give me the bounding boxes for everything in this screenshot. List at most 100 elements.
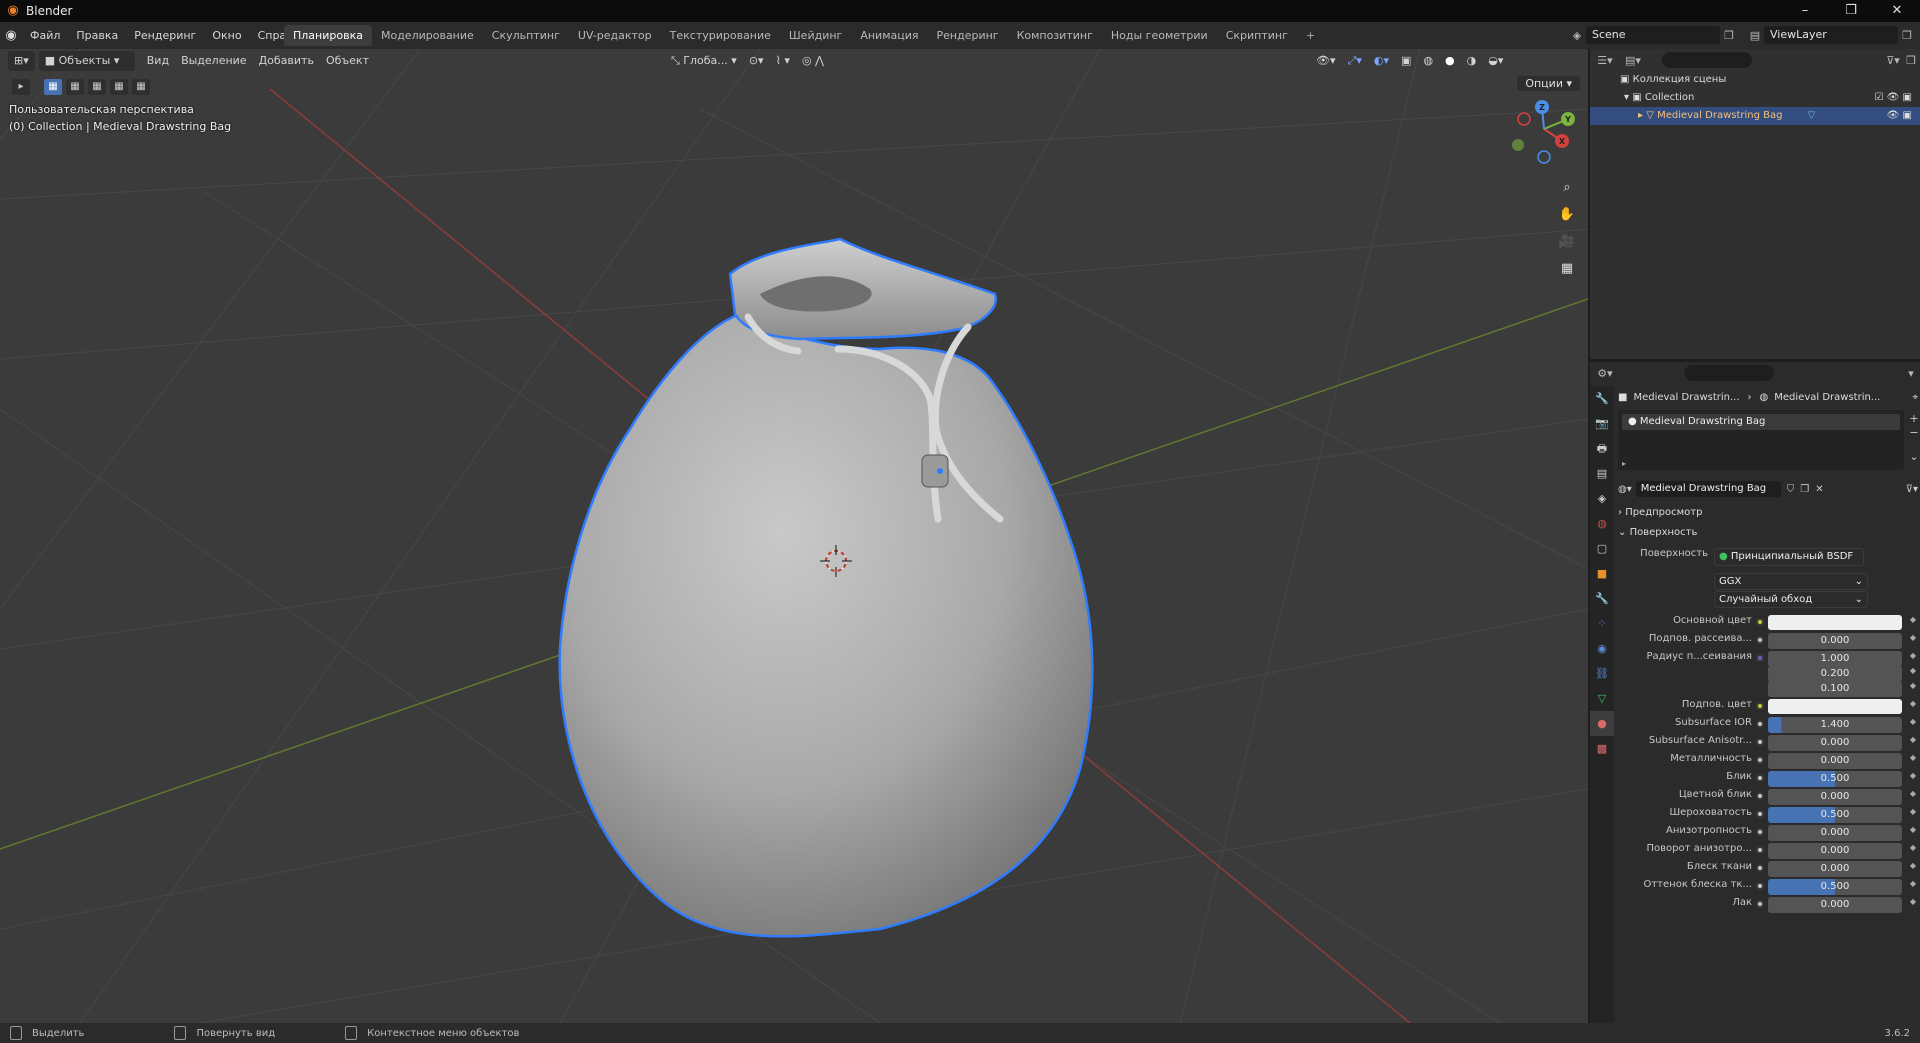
outliner-editor-icon[interactable]: ☰▾ bbox=[1596, 54, 1614, 67]
new-collection-icon[interactable]: ❐ bbox=[1902, 54, 1920, 67]
keyframe-icon[interactable]: ◆ bbox=[1910, 789, 1916, 798]
new-scene-icon[interactable]: ❐ bbox=[1720, 29, 1738, 42]
input-socket-icon[interactable] bbox=[1756, 774, 1764, 782]
menu-select[interactable]: Выделение bbox=[175, 51, 253, 71]
menu-add[interactable]: Добавить bbox=[253, 51, 320, 71]
keyframe-icon[interactable]: ◆ bbox=[1910, 897, 1916, 906]
numeric-field[interactable]: 0.000 bbox=[1768, 735, 1902, 751]
tab-layout[interactable]: Планировка bbox=[284, 25, 372, 46]
link-options-icon[interactable]: ⊽▾ bbox=[1906, 484, 1918, 495]
world-tab-icon[interactable]: ◍ bbox=[1590, 511, 1614, 536]
tab-rendering[interactable]: Рендеринг bbox=[928, 25, 1008, 46]
keyframe-icon[interactable]: ◆ bbox=[1910, 735, 1916, 744]
material-shading-icon[interactable]: ◑ bbox=[1461, 51, 1483, 71]
material-name-field[interactable]: Medieval Drawstring Bag bbox=[1635, 481, 1781, 497]
tab-scripting[interactable]: Скриптинг bbox=[1217, 25, 1297, 46]
keyframe-icon[interactable]: ◆ bbox=[1910, 681, 1916, 690]
modifier-tab-icon[interactable]: 🔧 bbox=[1590, 586, 1614, 611]
keyframe-icon[interactable]: ◆ bbox=[1910, 753, 1916, 762]
particles-tab-icon[interactable]: ⁘ bbox=[1590, 611, 1614, 636]
keyframe-icon[interactable]: ◆ bbox=[1910, 825, 1916, 834]
input-socket-icon[interactable] bbox=[1756, 756, 1764, 764]
numeric-field[interactable]: 1.400 bbox=[1768, 717, 1902, 733]
filter-icon[interactable]: ⊽▾ bbox=[1884, 54, 1902, 67]
outliner-collection-row[interactable]: ▾ ▣ Collection ☑ 👁 ▣ bbox=[1590, 89, 1920, 107]
menu-object[interactable]: Объект bbox=[320, 51, 375, 71]
add-slot-button[interactable]: + bbox=[1908, 412, 1920, 426]
ortho-grid-icon[interactable]: ▦ bbox=[1556, 258, 1578, 280]
select-invert-icon[interactable]: ▦ bbox=[110, 79, 128, 95]
view-layer-icon[interactable]: ▤ bbox=[1746, 29, 1764, 42]
keyframe-icon[interactable]: ◆ bbox=[1910, 615, 1916, 624]
menu-edit[interactable]: Правка bbox=[68, 29, 126, 42]
scene-tab-icon[interactable]: ◈ bbox=[1590, 486, 1614, 511]
tab-sculpting[interactable]: Скульптинг bbox=[483, 25, 569, 46]
input-socket-icon[interactable] bbox=[1756, 810, 1764, 818]
input-socket-icon[interactable] bbox=[1756, 846, 1764, 854]
numeric-field[interactable]: 0.500 bbox=[1768, 807, 1902, 823]
zoom-icon[interactable]: ⌕ bbox=[1556, 177, 1578, 199]
pivot-point-icon[interactable]: ⊙▾ bbox=[743, 51, 770, 71]
input-socket-icon[interactable] bbox=[1756, 720, 1764, 728]
proportional-editing-icon[interactable]: ◎ ⋀ bbox=[796, 51, 830, 71]
numeric-field[interactable]: 0.500 bbox=[1768, 771, 1902, 787]
outliner-search-input[interactable] bbox=[1662, 52, 1752, 68]
material-slot-list[interactable]: ● Medieval Drawstring Bag ▸ bbox=[1618, 410, 1904, 470]
surface-shader-dropdown[interactable]: ● Принципиальный BSDF bbox=[1714, 548, 1864, 566]
keyframe-icon[interactable]: ◆ bbox=[1910, 843, 1916, 852]
keyframe-icon[interactable]: ◆ bbox=[1910, 771, 1916, 780]
view-layer-field[interactable]: ViewLayer bbox=[1764, 26, 1898, 44]
camera-view-icon[interactable]: 🎥 bbox=[1556, 231, 1578, 253]
input-socket-icon[interactable] bbox=[1756, 864, 1764, 872]
render-tab-icon[interactable]: 📷 bbox=[1590, 411, 1614, 436]
numeric-field[interactable]: 0.500 bbox=[1768, 879, 1902, 895]
numeric-field[interactable]: 0.000 bbox=[1768, 897, 1902, 913]
menu-window[interactable]: Окно bbox=[204, 29, 249, 42]
input-socket-icon[interactable] bbox=[1756, 654, 1764, 662]
collection-tab-icon[interactable]: ▢ bbox=[1590, 536, 1614, 561]
preview-panel-header[interactable]: › Предпросмотр bbox=[1618, 504, 1918, 522]
wireframe-shading-icon[interactable]: ◍ bbox=[1417, 51, 1439, 71]
gizmo-toggle-icon[interactable]: ⤢▾ bbox=[1342, 51, 1368, 71]
drawstring-bag-mesh[interactable] bbox=[558, 237, 1094, 938]
material-tab-icon[interactable]: ● bbox=[1590, 711, 1614, 736]
outliner-object-row[interactable]: ▸ ▽ Medieval Drawstring Bag ▽ 👁 ▣ bbox=[1590, 107, 1920, 125]
data-tab-icon[interactable]: ▽ bbox=[1590, 686, 1614, 711]
input-socket-icon[interactable] bbox=[1756, 882, 1764, 890]
input-socket-icon[interactable] bbox=[1756, 702, 1764, 710]
properties-editor-icon[interactable]: ⚙▾ bbox=[1596, 367, 1614, 380]
object-tab-icon[interactable]: ■ bbox=[1590, 561, 1614, 586]
overlay-toggle-icon[interactable]: ◐▾ bbox=[1368, 51, 1395, 71]
tool-tab-icon[interactable]: 🔧 bbox=[1590, 386, 1614, 411]
numeric-field[interactable]: 0.000 bbox=[1768, 843, 1902, 859]
snap-icon[interactable]: ⌇ ▾ bbox=[770, 51, 796, 71]
input-socket-icon[interactable] bbox=[1756, 618, 1764, 626]
editor-type-icon[interactable]: ⊞▾ bbox=[8, 51, 35, 71]
numeric-field[interactable]: 0.000 bbox=[1768, 633, 1902, 649]
input-socket-icon[interactable] bbox=[1756, 900, 1764, 908]
3d-viewport[interactable]: ⊞▾ ■ Объекты ▾ Вид Выделение Добавить Об… bbox=[0, 49, 1588, 1023]
tab-texture-paint[interactable]: Текстурирование bbox=[661, 25, 780, 46]
texture-tab-icon[interactable]: ▩ bbox=[1590, 736, 1614, 761]
keyframe-icon[interactable]: ◆ bbox=[1910, 633, 1916, 642]
color-swatch[interactable] bbox=[1768, 615, 1902, 630]
select-tool-icon[interactable]: ▸ bbox=[12, 79, 30, 95]
mode-dropdown[interactable]: ■ Объекты ▾ bbox=[38, 51, 135, 71]
slot-specials-icon[interactable]: ⌄ bbox=[1908, 450, 1920, 464]
pin-icon[interactable]: ⌖ bbox=[1912, 392, 1918, 403]
tab-shading[interactable]: Шейдинг bbox=[780, 25, 851, 46]
sss-method-dropdown[interactable]: Случайный обход ⌄ bbox=[1714, 591, 1868, 608]
numeric-field[interactable]: 0.000 bbox=[1768, 861, 1902, 877]
select-subtract-icon[interactable]: ▦ bbox=[88, 79, 106, 95]
pan-hand-icon[interactable]: ✋ bbox=[1556, 204, 1578, 226]
display-mode-icon[interactable]: ▤▾ bbox=[1624, 54, 1642, 67]
duplicate-material-icon[interactable]: ❐ bbox=[1800, 484, 1809, 495]
scene-name-field[interactable]: Scene bbox=[1586, 26, 1720, 44]
add-workspace-button[interactable]: + bbox=[1297, 25, 1324, 46]
input-socket-icon[interactable] bbox=[1756, 636, 1764, 644]
keyframe-icon[interactable]: ◆ bbox=[1910, 861, 1916, 870]
fake-user-icon[interactable]: ⛉ bbox=[1787, 484, 1795, 495]
expand-arrow-icon[interactable]: ▾ bbox=[1624, 92, 1632, 103]
numeric-field[interactable]: 0.000 bbox=[1768, 825, 1902, 841]
select-new-icon[interactable]: ▦ bbox=[44, 79, 62, 95]
